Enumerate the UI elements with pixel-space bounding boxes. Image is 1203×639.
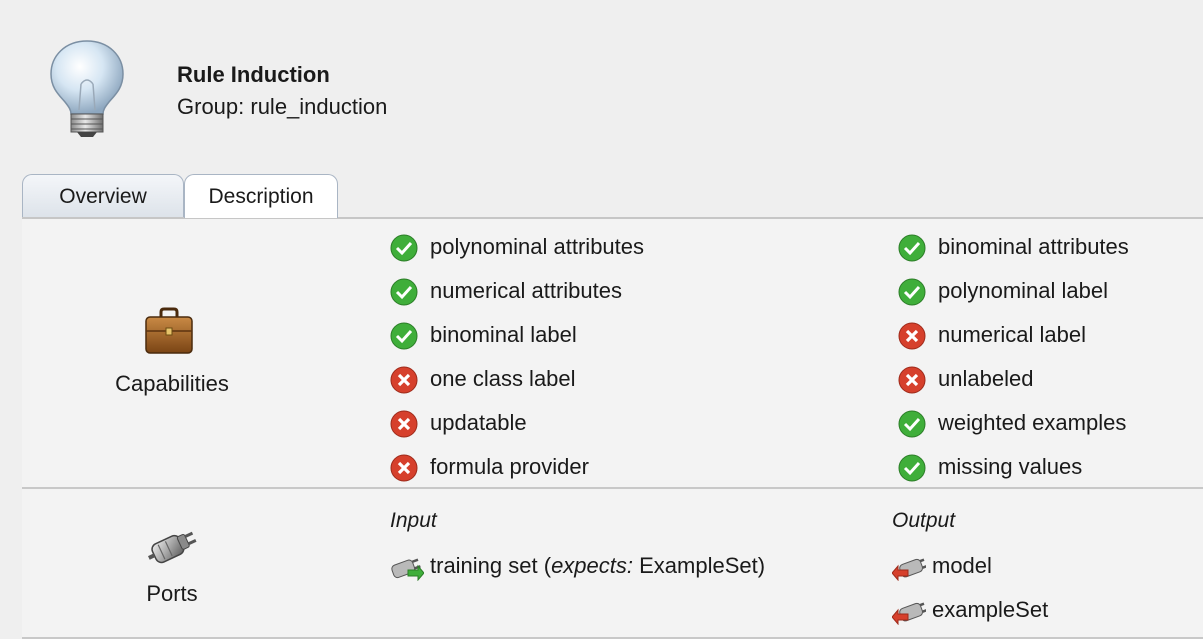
capability-text: one class label — [430, 366, 576, 391]
capability-text: binominal attributes — [938, 234, 1129, 259]
output-port-icon — [892, 558, 926, 581]
input-heading: Input — [390, 509, 437, 532]
ports-section: Ports Input Output training set (expects… — [22, 489, 1203, 639]
capabilities-label: Capabilities — [115, 371, 229, 396]
operator-info-panel: Rule Induction Group: rule_induction Ove… — [7, 12, 1203, 639]
operator-group: Group: rule_induction — [177, 94, 388, 119]
output-heading: Output — [892, 509, 956, 532]
briefcase-icon — [145, 307, 193, 354]
capability-text: numerical attributes — [430, 278, 622, 303]
cross-icon — [898, 366, 926, 394]
check-icon — [898, 454, 926, 482]
cross-icon — [390, 410, 418, 438]
operator-title: Rule Induction — [177, 62, 330, 87]
capabilities-section: Capabilities polynominal attributes nume… — [22, 219, 1203, 489]
check-icon — [898, 234, 926, 262]
capability-text: polynominal label — [938, 278, 1108, 303]
expects-type: ExampleSet) — [633, 553, 766, 578]
capability-text: unlabeled — [938, 366, 1034, 391]
capability-text: polynominal attributes — [430, 234, 645, 259]
ports-label: Ports — [146, 581, 198, 606]
capability-text: updatable — [430, 410, 527, 435]
cross-icon — [898, 322, 926, 350]
check-icon — [898, 278, 926, 306]
description-content: Capabilities polynominal attributes nume… — [22, 217, 1203, 639]
output-port-name: exampleSet — [932, 597, 1049, 622]
input-port-name: training set ( — [430, 553, 552, 578]
plug-icon — [148, 531, 197, 564]
check-icon — [898, 410, 926, 438]
output-port-icon — [892, 602, 926, 625]
capability-text: formula provider — [430, 454, 589, 479]
cross-icon — [390, 454, 418, 482]
check-icon — [390, 322, 418, 350]
capability-text: binominal label — [430, 322, 577, 347]
cross-icon — [390, 366, 418, 394]
input-port-icon — [391, 558, 424, 581]
capability-text: weighted examples — [938, 410, 1127, 435]
check-icon — [390, 278, 418, 306]
tab-overview[interactable]: Overview — [22, 174, 184, 217]
lightbulb-icon — [50, 40, 124, 137]
capability-text: missing values — [938, 454, 1083, 479]
tab-description[interactable]: Description — [184, 174, 338, 218]
check-icon — [390, 234, 418, 262]
capability-text: numerical label — [938, 322, 1086, 347]
expects-label: expects: — [551, 553, 633, 578]
output-port-name: model — [932, 553, 992, 578]
